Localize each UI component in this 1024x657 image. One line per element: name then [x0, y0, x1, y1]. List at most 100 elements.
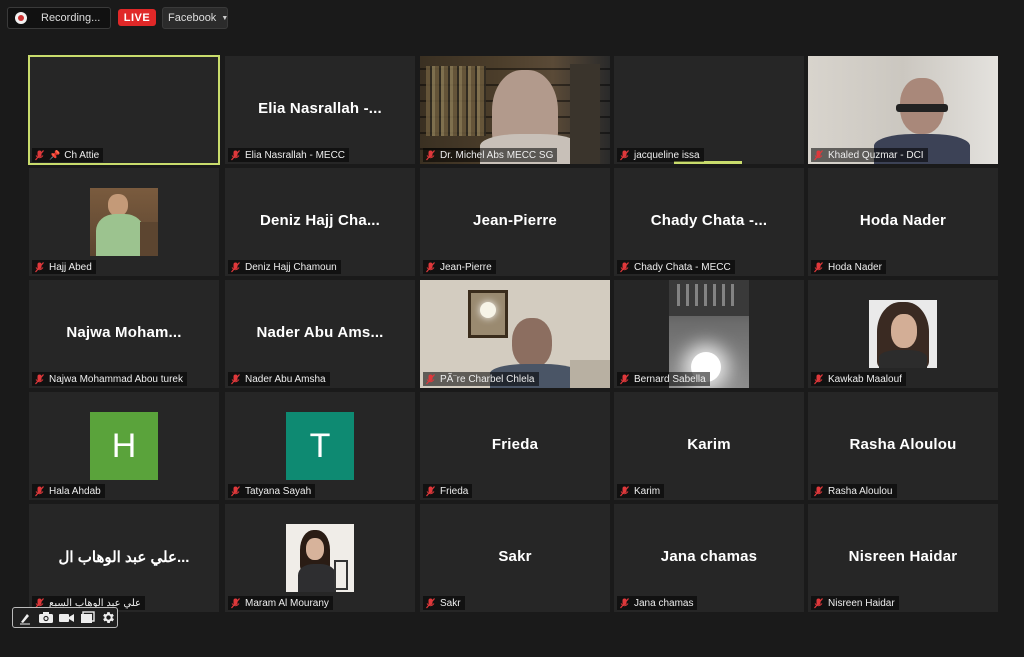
- participant-tile[interactable]: Hajj Abed: [29, 168, 219, 276]
- participant-name-label: Hoda Nader: [811, 260, 886, 274]
- participant-tile[interactable]: Karim Karim: [614, 392, 804, 500]
- live-badge: LIVE: [118, 9, 156, 26]
- participant-tile[interactable]: 📌 Ch Attie: [28, 55, 220, 165]
- participant-display-name: Rasha Aloulou: [849, 436, 957, 453]
- mic-muted-icon: [231, 485, 240, 497]
- participant-name-label: Maram Al Mourany: [228, 596, 333, 610]
- pen-icon[interactable]: [16, 610, 33, 625]
- participant-display-name: Frieda: [491, 436, 539, 453]
- participant-tile[interactable]: Jana chamas Jana chamas: [614, 504, 804, 612]
- participant-display-name: Nisreen Haidar: [848, 548, 958, 565]
- participant-tile[interactable]: Maram Al Mourany: [225, 504, 415, 612]
- participant-display-name: Jana chamas: [660, 548, 758, 565]
- participant-tile[interactable]: Dr. Michel Abs MECC SG: [420, 56, 610, 164]
- participant-name: Najwa Mohammad Abou turek: [49, 373, 183, 385]
- participant-display-name: Karim: [687, 436, 731, 453]
- mic-muted-icon: [231, 149, 240, 161]
- mic-muted-icon: [426, 485, 435, 497]
- mic-muted-icon: [620, 149, 629, 161]
- mic-muted-icon: [426, 597, 435, 609]
- participant-name: jacqueline issa: [634, 149, 700, 161]
- participant-name: Jean-Pierre: [440, 261, 492, 273]
- participant-tile[interactable]: Khaled Quzmar - DCI: [808, 56, 998, 164]
- screen-icon[interactable]: [79, 610, 96, 625]
- participant-tile[interactable]: Chady Chata -... Chady Chata - MECC: [614, 168, 804, 276]
- avatar-letter: H: [111, 426, 137, 465]
- participant-name-label: Rasha Aloulou: [811, 484, 897, 498]
- participant-tile[interactable]: Elia Nasrallah -... Elia Nasrallah - MECC: [225, 56, 415, 164]
- participant-name-label: Tatyana Sayah: [228, 484, 316, 498]
- participant-name-label: jacqueline issa: [617, 148, 704, 162]
- participant-tile[interactable]: علي عبد الوهاب ال... علي عبد الوهاب السبع: [29, 504, 219, 612]
- platform-dropdown[interactable]: Facebook ▼: [162, 7, 228, 29]
- participant-name-label: Jean-Pierre: [423, 260, 496, 274]
- recording-indicator[interactable]: Recording...: [7, 7, 111, 29]
- mic-muted-icon: [814, 149, 823, 161]
- participant-name-label: Sakr: [423, 596, 465, 610]
- participant-tile[interactable]: Frieda Frieda: [420, 392, 610, 500]
- participant-tile[interactable]: Najwa Moham... Najwa Mohammad Abou turek: [29, 280, 219, 388]
- floating-controls: [12, 607, 118, 628]
- participant-name: Bernard Sabella: [634, 373, 706, 385]
- gear-icon[interactable]: [100, 610, 117, 625]
- participant-name-label: Kawkab Maalouf: [811, 372, 906, 386]
- participant-avatar: T: [286, 412, 354, 480]
- participant-name-label: 📌 Ch Attie: [32, 148, 104, 162]
- participant-name: Dr. Michel Abs MECC SG: [440, 149, 554, 161]
- participant-name: Nader Abu Amsha: [245, 373, 326, 385]
- participant-tile[interactable]: Deniz Hajj Cha... Deniz Hajj Chamoun: [225, 168, 415, 276]
- participant-name-label: Deniz Hajj Chamoun: [228, 260, 341, 274]
- mic-muted-icon: [35, 149, 44, 161]
- participant-tile[interactable]: Rasha Aloulou Rasha Aloulou: [808, 392, 998, 500]
- participant-tile[interactable]: PÃ¨re Charbel Chlela: [420, 280, 610, 388]
- mic-muted-icon: [35, 373, 44, 385]
- chevron-down-icon: ▼: [221, 14, 229, 22]
- participant-name: Hajj Abed: [49, 261, 92, 273]
- participant-display-name: Deniz Hajj Cha...: [259, 212, 381, 229]
- participant-tile[interactable]: Hoda Nader Hoda Nader: [808, 168, 998, 276]
- participant-tile[interactable]: Nader Abu Ams... Nader Abu Amsha: [225, 280, 415, 388]
- participant-tile[interactable]: Bernard Sabella: [614, 280, 804, 388]
- participant-name-label: Nisreen Haidar: [811, 596, 899, 610]
- participant-name: Jana chamas: [634, 597, 694, 609]
- participant-display-name: Chady Chata -...: [650, 212, 768, 229]
- participant-name: Karim: [634, 485, 661, 497]
- participant-name-label: Hajj Abed: [32, 260, 96, 274]
- participant-tile[interactable]: Nisreen Haidar Nisreen Haidar: [808, 504, 998, 612]
- participant-display-name: Hoda Nader: [859, 212, 947, 229]
- participant-avatar: H: [90, 412, 158, 480]
- participant-name: Rasha Aloulou: [828, 485, 893, 497]
- mic-muted-icon: [426, 373, 435, 385]
- mic-muted-icon: [814, 373, 823, 385]
- participant-name: Khaled Quzmar - DCI: [828, 149, 924, 161]
- participant-name-label: Khaled Quzmar - DCI: [811, 148, 928, 162]
- participant-name: Chady Chata - MECC: [634, 261, 731, 273]
- participant-photo: [869, 300, 937, 368]
- participant-name-label: Jana chamas: [617, 596, 698, 610]
- mic-muted-icon: [814, 597, 823, 609]
- platform-label: Facebook: [168, 12, 217, 24]
- mic-muted-icon: [231, 373, 240, 385]
- participant-tile[interactable]: Sakr Sakr: [420, 504, 610, 612]
- video-icon[interactable]: [58, 610, 75, 625]
- mic-muted-icon: [426, 261, 435, 273]
- camera-icon[interactable]: [37, 610, 54, 625]
- participant-display-name: Nader Abu Ams...: [256, 324, 384, 341]
- participant-name-label: Elia Nasrallah - MECC: [228, 148, 350, 162]
- participant-tile[interactable]: jacqueline issa: [614, 56, 804, 164]
- participant-display-name: علي عبد الوهاب ال...: [58, 549, 190, 566]
- recording-label: Recording...: [41, 12, 101, 24]
- participant-name: PÃ¨re Charbel Chlela: [440, 373, 535, 385]
- participant-name-label: PÃ¨re Charbel Chlela: [423, 372, 539, 386]
- mic-muted-icon: [35, 261, 44, 273]
- participant-tile[interactable]: Kawkab Maalouf: [808, 280, 998, 388]
- mic-muted-icon: [426, 149, 435, 161]
- mic-muted-icon: [620, 373, 629, 385]
- participant-tile[interactable]: T Tatyana Sayah: [225, 392, 415, 500]
- participant-tile[interactable]: H Hala Ahdab: [29, 392, 219, 500]
- record-icon: [15, 12, 27, 24]
- participant-tile[interactable]: Jean-Pierre Jean-Pierre: [420, 168, 610, 276]
- avatar-letter: T: [309, 426, 331, 465]
- participant-name: Hala Ahdab: [49, 485, 101, 497]
- participant-name-label: Nader Abu Amsha: [228, 372, 330, 386]
